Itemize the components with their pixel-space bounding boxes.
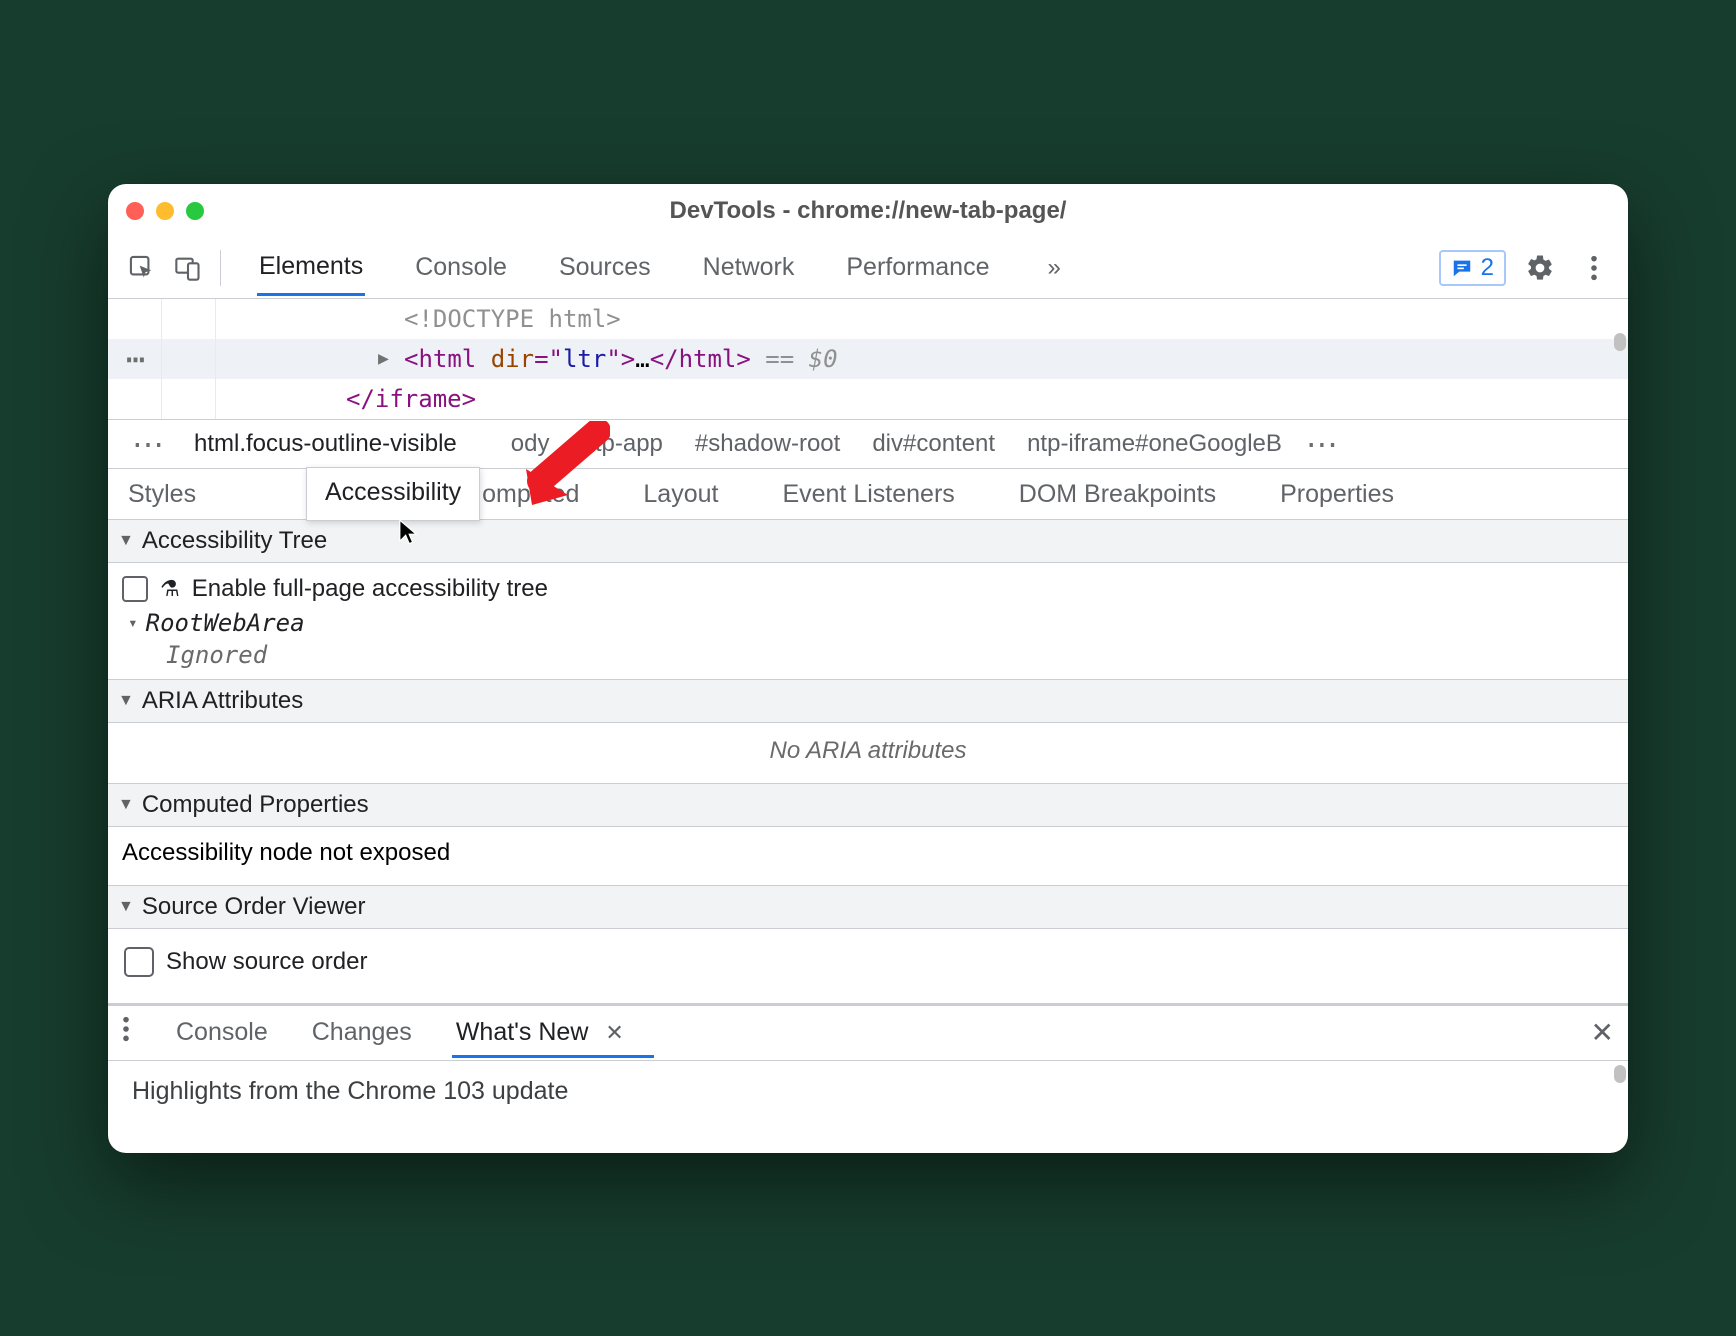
- disclose-triangle-icon[interactable]: ▼: [118, 532, 134, 550]
- no-aria-message: No ARIA attributes: [108, 723, 1628, 783]
- breadcrumb-overflow-right-icon[interactable]: ⋯: [1298, 439, 1348, 449]
- code-line-html[interactable]: ⋯ ▶ <html dir="ltr">…</html> == $0: [108, 339, 1628, 379]
- section-computed-properties[interactable]: ▼ Computed Properties: [108, 783, 1628, 827]
- issues-count: 2: [1481, 254, 1494, 282]
- show-source-order-checkbox[interactable]: [124, 947, 154, 977]
- section-title: Source Order Viewer: [142, 893, 366, 921]
- dom-tree-panel[interactable]: <!DOCTYPE html> ⋯ ▶ <html dir="ltr">…</h…: [108, 299, 1628, 419]
- section-aria-attributes[interactable]: ▼ ARIA Attributes: [108, 679, 1628, 723]
- message-icon: [1451, 257, 1473, 279]
- enable-full-page-tree-row[interactable]: ⚗ Enable full-page accessibility tree: [122, 571, 1614, 607]
- drawer: Console Changes What's New ✕ ✕ Highlight…: [108, 1003, 1628, 1153]
- source-order-body: Show source order: [108, 929, 1628, 1003]
- disclose-triangle-icon[interactable]: ▼: [118, 898, 134, 916]
- code-line-doctype[interactable]: <!DOCTYPE html>: [108, 299, 1628, 339]
- annotation-arrow-icon: [520, 421, 610, 511]
- drawer-tabs: Console Changes What's New ✕ ✕: [108, 1006, 1628, 1061]
- more-tabs-icon[interactable]: »: [1039, 254, 1068, 282]
- close-tab-icon[interactable]: ✕: [605, 1020, 623, 1045]
- section-title: Accessibility Tree: [142, 527, 327, 555]
- device-toolbar-icon[interactable]: [168, 248, 208, 288]
- row-ellipsis-icon[interactable]: ⋯: [126, 354, 147, 364]
- window-title: DevTools - chrome://new-tab-page/: [108, 197, 1628, 225]
- section-source-order-viewer[interactable]: ▼ Source Order Viewer: [108, 885, 1628, 929]
- tab-console[interactable]: Console: [413, 241, 509, 294]
- settings-icon[interactable]: [1520, 248, 1560, 288]
- inspect-element-icon[interactable]: [122, 248, 162, 288]
- tree-ignored-row[interactable]: Ignored: [122, 639, 1614, 671]
- drawer-scrollbar-thumb[interactable]: [1614, 1065, 1626, 1083]
- toolbar-right: 2: [1439, 248, 1614, 288]
- breadcrumb-shadow-root[interactable]: #shadow-root: [679, 430, 856, 458]
- experiment-flask-icon: ⚗: [160, 576, 180, 602]
- enable-tree-checkbox[interactable]: [122, 576, 148, 602]
- tree-root-label: RootWebArea: [146, 609, 305, 637]
- accessibility-tree-body: ⚗ Enable full-page accessibility tree ▾ …: [108, 563, 1628, 679]
- drawer-tab-changes[interactable]: Changes: [310, 1008, 414, 1057]
- drawer-body: Highlights from the Chrome 103 update: [108, 1061, 1628, 1153]
- accessibility-panel: ▼ Accessibility Tree ⚗ Enable full-page …: [108, 520, 1628, 1003]
- subtab-dom-breakpoints[interactable]: DOM Breakpoints: [1013, 470, 1222, 519]
- drawer-kebab-icon[interactable]: [122, 1015, 134, 1050]
- top-toolbar: Elements Console Sources Network Perform…: [108, 238, 1628, 299]
- close-drawer-icon[interactable]: ✕: [1591, 1016, 1614, 1049]
- drawer-tab-whats-new[interactable]: What's New ✕: [454, 1008, 626, 1057]
- subtab-layout[interactable]: Layout: [637, 470, 724, 519]
- breadcrumb-ntp-iframe[interactable]: ntp-iframe#oneGoogleB: [1011, 430, 1298, 458]
- subtab-styles[interactable]: Styles: [120, 470, 202, 519]
- dom-breadcrumbs[interactable]: ⋯ html.focus-outline-visible ody ntp-app…: [108, 419, 1628, 469]
- dom-scrollbar-thumb[interactable]: [1614, 333, 1626, 351]
- enable-tree-label: Enable full-page accessibility tree: [192, 575, 548, 603]
- section-title: Computed Properties: [142, 791, 369, 819]
- devtools-window: DevTools - chrome://new-tab-page/ Elemen…: [108, 184, 1628, 1153]
- toolbar-divider: [220, 250, 221, 286]
- breadcrumb-html[interactable]: html.focus-outline-visible: [178, 430, 473, 458]
- subtab-event-listeners[interactable]: Event Listeners: [776, 470, 960, 519]
- disclose-triangle-icon[interactable]: ▼: [118, 796, 134, 814]
- whats-new-headline: Highlights from the Chrome 103 update: [132, 1077, 568, 1105]
- breadcrumb-overflow-left-icon[interactable]: ⋯: [120, 439, 178, 449]
- breadcrumb-div-content[interactable]: div#content: [856, 430, 1011, 458]
- disclose-triangle-icon[interactable]: ▼: [118, 692, 134, 710]
- mouse-cursor-icon: [398, 519, 418, 547]
- show-source-order-row[interactable]: Show source order: [122, 937, 1614, 995]
- main-panel-tabs: Elements Console Sources Network Perform…: [257, 240, 1433, 295]
- show-source-order-label: Show source order: [166, 948, 367, 976]
- window-titlebar: DevTools - chrome://new-tab-page/: [108, 184, 1628, 238]
- tab-sources[interactable]: Sources: [557, 241, 653, 294]
- drawer-tab-console[interactable]: Console: [174, 1008, 270, 1057]
- expand-triangle-icon[interactable]: ▶: [378, 348, 389, 369]
- sidebar-tabs: Styles Accessibility omputed Layout Even…: [108, 469, 1628, 520]
- section-title: ARIA Attributes: [142, 687, 303, 715]
- tab-elements[interactable]: Elements: [257, 240, 365, 296]
- issues-badge[interactable]: 2: [1439, 250, 1506, 286]
- tab-performance[interactable]: Performance: [844, 241, 991, 294]
- code-line-iframe-close[interactable]: </iframe>: [108, 379, 1628, 419]
- tree-expand-icon[interactable]: ▾: [128, 613, 138, 632]
- line-gutter: [108, 299, 216, 419]
- section-accessibility-tree[interactable]: ▼ Accessibility Tree: [108, 520, 1628, 563]
- kebab-menu-icon[interactable]: [1574, 248, 1614, 288]
- tab-network[interactable]: Network: [701, 241, 797, 294]
- subtab-properties[interactable]: Properties: [1274, 470, 1400, 519]
- tree-root-row[interactable]: ▾ RootWebArea: [122, 607, 1614, 639]
- not-exposed-message: Accessibility node not exposed: [108, 827, 1628, 885]
- subtab-accessibility-dragged[interactable]: Accessibility: [306, 467, 480, 521]
- tree-ignored-label: Ignored: [166, 641, 267, 669]
